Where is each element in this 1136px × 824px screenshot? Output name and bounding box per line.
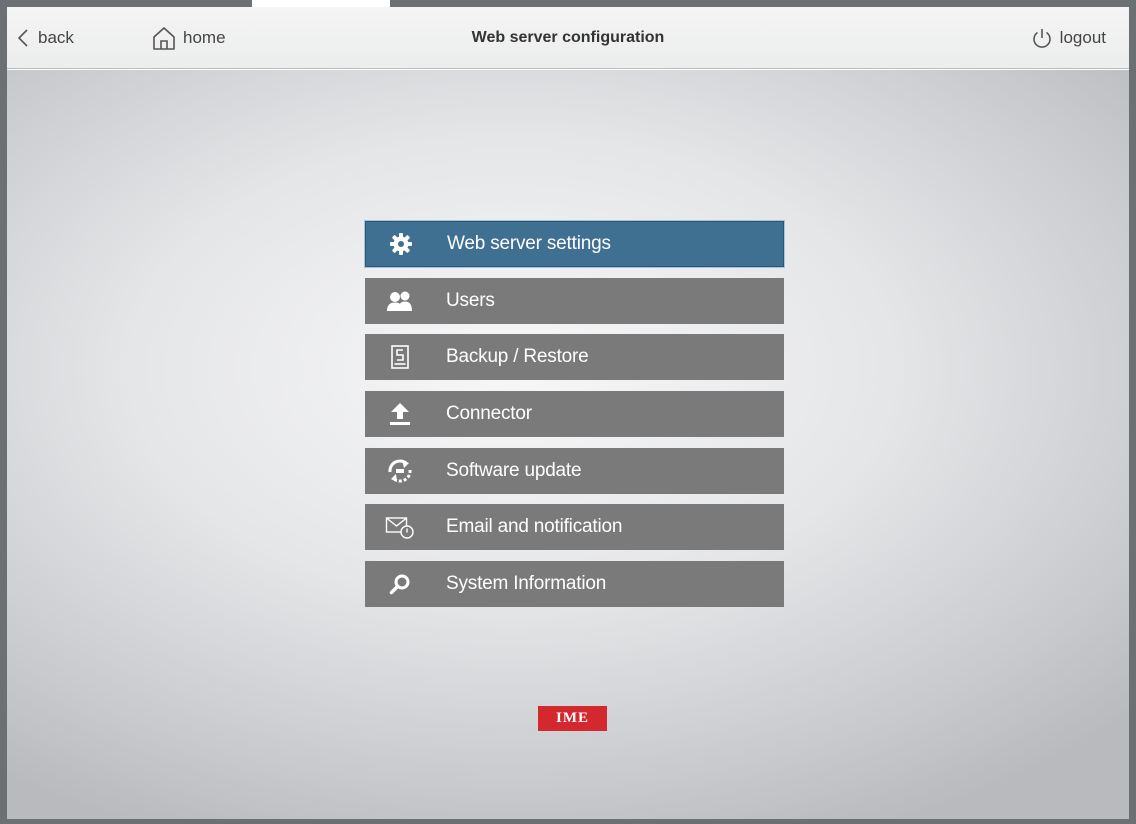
menu-item-label: Users: [446, 289, 495, 311]
back-button[interactable]: back: [17, 7, 74, 69]
power-icon: [1031, 27, 1060, 49]
home-button[interactable]: home: [151, 7, 226, 69]
menu-item-email-notification[interactable]: Email and notification: [365, 504, 784, 551]
back-label: back: [38, 28, 74, 47]
menu-item-label: Software update: [446, 459, 582, 481]
refresh-icon: [365, 448, 435, 494]
menu-item-connector[interactable]: Connector: [365, 391, 784, 438]
chevron-left-icon: [17, 28, 38, 48]
search-icon: [365, 561, 435, 607]
email-clock-icon: [365, 504, 435, 550]
menu-item-backup-restore[interactable]: Backup / Restore: [365, 334, 784, 381]
home-icon: [151, 25, 183, 51]
menu-item-label: System Information: [446, 573, 607, 595]
menu-item-label: Web server settings: [447, 233, 611, 254]
logout-button[interactable]: logout: [1031, 7, 1106, 69]
backup-drive-icon: [365, 334, 435, 380]
menu-item-users[interactable]: Users: [365, 277, 784, 324]
top-bar: back home Web server configuration logou…: [7, 7, 1129, 69]
menu-item-label: Email and notification: [446, 516, 623, 538]
logout-label: logout: [1059, 28, 1106, 47]
menu-item-system-information[interactable]: System Information: [365, 561, 784, 608]
menu-item-label: Connector: [446, 403, 532, 425]
gear-icon: [366, 221, 436, 267]
users-icon: [365, 278, 435, 324]
menu-item-web-server-settings[interactable]: Web server settings: [365, 221, 784, 267]
config-menu: Web server settings Users Backup / Resto…: [365, 221, 784, 618]
ime-logo: IME: [538, 706, 607, 731]
upload-icon: [365, 391, 435, 437]
menu-item-software-update[interactable]: Software update: [365, 447, 784, 494]
home-label: home: [183, 28, 226, 47]
menu-item-label: Backup / Restore: [446, 346, 589, 368]
